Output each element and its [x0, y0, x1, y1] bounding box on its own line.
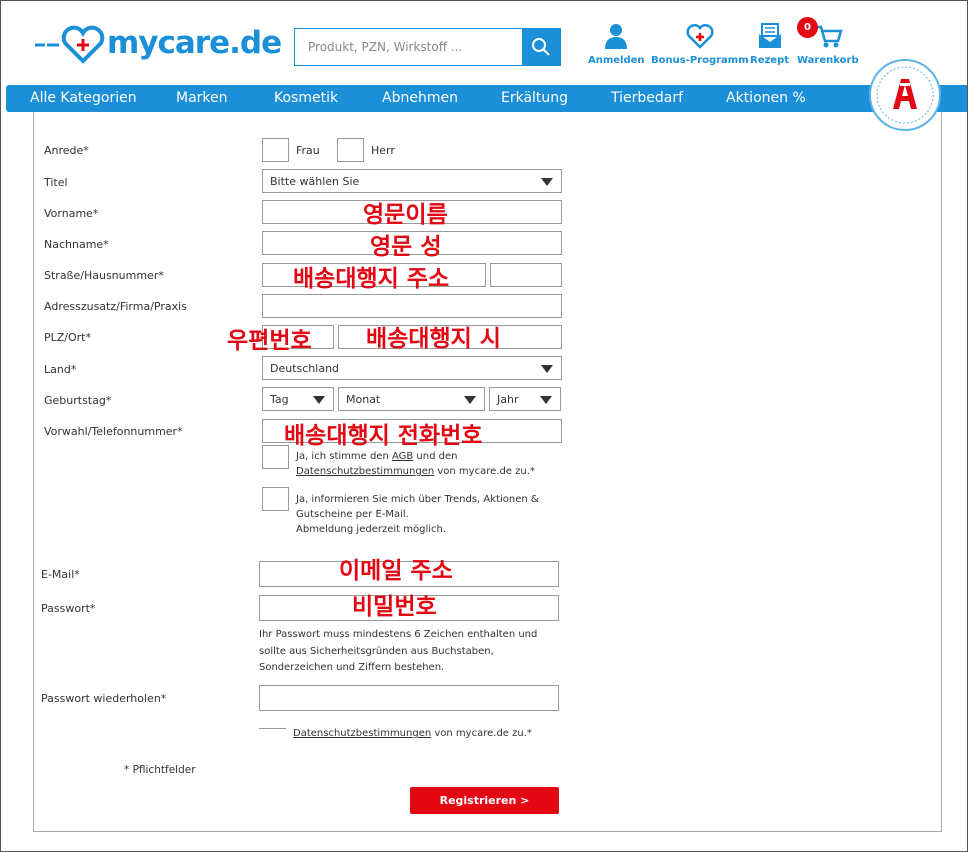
email-annotation: 이메일 주소: [339, 558, 453, 584]
pflichtfelder-note: * Pflichtfelder: [124, 764, 196, 776]
datenschutz2-link[interactable]: Datenschutzbestimmungen: [293, 728, 431, 739]
email-label: E-Mail*: [41, 568, 80, 581]
nav-item-abnehmen[interactable]: Abnehmen: [382, 90, 458, 106]
agb-text-part: und den: [413, 451, 458, 462]
datenschutz2-text: Datenschutzbestimmungen von mycare.de zu…: [293, 726, 532, 741]
agb-checkbox[interactable]: [262, 445, 289, 469]
search-input[interactable]: [295, 29, 523, 65]
strasse-annotation: 배송대행지 주소: [293, 266, 450, 292]
newsletter-text: Ja, informieren Sie mich über Trends, Ak…: [296, 492, 556, 537]
heart-plus-icon: [686, 23, 714, 49]
datenschutz-checkbox-edge[interactable]: [259, 728, 286, 729]
monat-select[interactable]: Monat: [338, 387, 485, 411]
login-link[interactable]: Anmelden: [588, 23, 645, 66]
newsletter-line: Gutscheine per E-Mail.: [296, 509, 409, 520]
frau-checkbox[interactable]: [262, 138, 289, 162]
passwort-wdh-field[interactable]: [259, 685, 559, 711]
passwort-hint-line: Ihr Passwort muss mindestens 6 Zeichen e…: [259, 629, 538, 640]
datenschutz2-suffix: von mycare.de zu.*: [431, 728, 532, 739]
frau-label: Frau: [296, 144, 320, 157]
agb-text-part: von mycare.de zu.*: [434, 466, 535, 477]
newsletter-checkbox[interactable]: [262, 487, 289, 511]
chevron-down-icon: [464, 396, 476, 404]
jahr-select-value: Jahr: [497, 393, 519, 406]
chevron-down-icon: [541, 365, 553, 373]
tag-select[interactable]: Tag: [262, 387, 334, 411]
herr-checkbox[interactable]: [337, 138, 364, 162]
land-select-value: Deutschland: [270, 362, 340, 375]
nav-item-kategorien[interactable]: Alle Kategorien: [30, 90, 137, 106]
hausnummer-field[interactable]: [490, 263, 562, 287]
adresszusatz-label: Adresszusatz/Firma/Praxis: [44, 300, 187, 313]
rezept-label: Rezept: [750, 55, 790, 66]
prescription-icon: [758, 23, 781, 48]
main-nav: Alle Kategorien Marken Kosmetik Abnehmen…: [6, 85, 967, 112]
jahr-select[interactable]: Jahr: [489, 387, 561, 411]
login-label: Anmelden: [588, 55, 645, 66]
nav-item-kosmetik[interactable]: Kosmetik: [274, 90, 338, 106]
cart-label: Warenkorb: [797, 55, 859, 66]
cart-count-badge: 0: [797, 17, 818, 38]
user-icon: [605, 24, 628, 49]
geburtstag-label: Geburtstag*: [44, 394, 112, 407]
passwort-hint-line: Sonderzeichen und Ziffern bestehen.: [259, 662, 445, 673]
titel-select-value: Bitte wählen Sie: [270, 175, 360, 188]
search-button[interactable]: [522, 29, 560, 65]
chevron-down-icon: [313, 396, 325, 404]
logo-text: mycare.de: [107, 25, 282, 61]
telefon-annotation: 배송대행지 전화번호: [284, 423, 483, 449]
herr-label: Herr: [371, 144, 395, 157]
passwort-annotation: 비밀번호: [352, 594, 437, 620]
telefon-label: Vorwahl/Telefonnummer*: [44, 425, 183, 438]
plz-label: PLZ/Ort*: [44, 331, 91, 344]
newsletter-line: Abmeldung jederzeit möglich.: [296, 524, 447, 535]
passwort-label: Passwort*: [41, 602, 96, 615]
newsletter-line: Ja, informieren Sie mich über Trends, Ak…: [296, 494, 539, 505]
plz-annotation: 우편번호: [227, 328, 312, 354]
bonus-link[interactable]: Bonus-Programm: [651, 23, 749, 66]
nav-item-aktionen[interactable]: Aktionen %: [726, 90, 806, 106]
ort-annotation: 배송대행지 시: [366, 326, 501, 352]
titel-label: Titel: [44, 176, 68, 189]
strasse-label: Straße/Hausnummer*: [44, 269, 164, 282]
agb-text: Ja, ich stimme den AGB und den Datenschu…: [296, 449, 556, 479]
passwort-wdh-label: Passwort wiederholen*: [41, 692, 167, 705]
chevron-down-icon: [540, 396, 552, 404]
vorname-annotation: 영문이름: [363, 202, 448, 228]
chevron-down-icon: [541, 178, 553, 186]
agb-text-part: Ja, ich stimme den: [296, 451, 392, 462]
monat-select-value: Monat: [346, 393, 381, 406]
register-button[interactable]: Registrieren >: [410, 787, 559, 814]
nachname-label: Nachname*: [44, 238, 109, 251]
search-icon: [532, 38, 550, 56]
tag-select-value: Tag: [270, 393, 289, 406]
vorname-label: Vorname*: [44, 207, 99, 220]
rezept-link[interactable]: Rezept: [750, 23, 789, 66]
logo-heart-icon: [35, 25, 105, 64]
passwort-hint-line: sollte aus Sicherheitsgründen aus Buchst…: [259, 645, 494, 657]
bonus-label: Bonus-Programm: [651, 55, 749, 66]
adresszusatz-field[interactable]: [262, 294, 562, 318]
passwort-hint: Ihr Passwort muss mindestens 6 Zeichen e…: [259, 627, 559, 677]
nav-item-marken[interactable]: Marken: [176, 90, 228, 106]
nachname-annotation: 영문 성: [370, 234, 442, 260]
nav-item-tierbedarf[interactable]: Tierbedarf: [611, 90, 683, 106]
land-select[interactable]: Deutschland: [262, 356, 562, 380]
anrede-label: Anrede*: [44, 144, 89, 157]
land-label: Land*: [44, 363, 77, 376]
nav-item-erkaeltung[interactable]: Erkältung: [501, 90, 568, 106]
agb-link[interactable]: AGB: [392, 451, 413, 462]
search-bar: [294, 28, 561, 66]
datenschutz-link[interactable]: Datenschutzbestimmungen: [296, 466, 434, 477]
titel-select[interactable]: Bitte wählen Sie: [262, 169, 562, 193]
